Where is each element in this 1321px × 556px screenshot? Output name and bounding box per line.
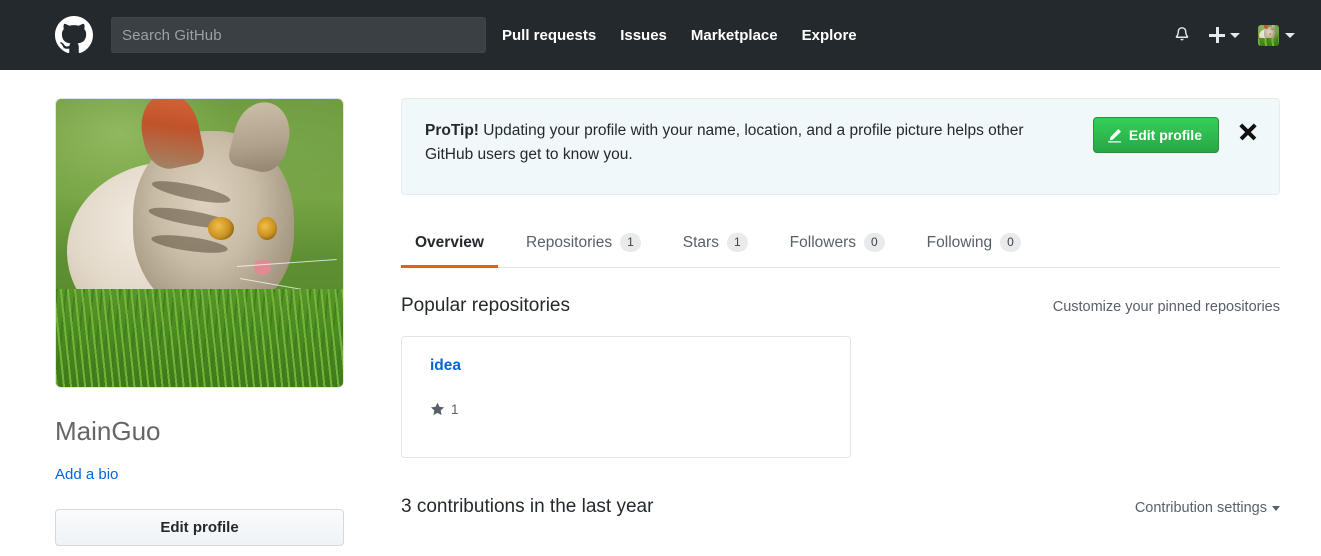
protip-label: ProTip! [425,122,479,139]
chevron-down-icon [1272,505,1280,511]
profile-main: ProTip! Updating your profile with your … [345,98,1293,546]
tab-stars-label: Stars [682,233,719,251]
repository-star-count: 1 [451,402,459,417]
tab-repositories-count: 1 [620,233,641,252]
tab-following-count: 0 [1000,233,1021,252]
tab-stars[interactable]: Stars 1 [669,233,762,268]
tab-following[interactable]: Following 0 [913,233,1035,268]
tab-overview-label: Overview [415,234,484,251]
edit-profile-button[interactable]: Edit profile [55,509,344,547]
user-menu-button[interactable] [1258,24,1295,46]
repository-name-link[interactable]: idea [430,357,461,374]
bell-icon [1175,27,1189,41]
page-body: MainGuo Add a bio Edit profile ProTip! U… [0,70,1321,547]
contribution-settings-label: Contribution settings [1134,500,1267,516]
tab-repositories-label: Repositories [525,233,613,251]
profile-sidebar: MainGuo Add a bio Edit profile [28,98,345,547]
profile-tabs: Overview Repositories 1 Stars 1 Follower… [401,233,1280,268]
star-icon [430,402,445,416]
contributions-header: 3 contributions in the last year Contrib… [401,496,1280,518]
nav-item-pull-requests[interactable]: Pull requests [502,27,596,44]
notifications-button[interactable] [1173,25,1191,45]
protip-edit-profile-button[interactable]: Edit profile [1092,117,1219,153]
nav-item-issues[interactable]: Issues [620,27,667,44]
page-title: MainGuo [55,416,161,446]
protip-body: Updating your profile with your name, lo… [425,122,1024,164]
site-header: Search GitHub Pull requests Issues Marke… [0,0,1321,70]
contributions-title: 3 contributions in the last year [401,496,654,517]
search-input[interactable]: Search GitHub [111,17,486,53]
github-logo-icon[interactable] [55,16,93,54]
repository-stats: 1 [430,402,832,417]
customize-pinned-repositories-link[interactable]: Customize your pinned repositories [1053,299,1280,315]
protip-message: ProTip! Updating your profile with your … [425,117,1073,167]
nav-item-marketplace[interactable]: Marketplace [691,27,778,44]
avatar [1258,24,1279,46]
tab-followers[interactable]: Followers 0 [776,233,899,268]
protip-banner: ProTip! Updating your profile with your … [401,98,1280,195]
chevron-down-icon [1285,32,1295,38]
tab-overview[interactable]: Overview [401,234,498,268]
tab-followers-label: Followers [789,233,856,251]
primary-nav: Pull requests Issues Marketplace Explore [502,27,857,44]
popular-repositories-title: Popular repositories [401,295,570,316]
popular-repositories-header: Popular repositories Customize your pinn… [401,295,1280,317]
add-bio-link[interactable]: Add a bio [55,466,118,483]
tab-following-label: Following [926,233,993,251]
plus-icon [1209,27,1225,43]
protip-edit-profile-label: Edit profile [1128,127,1202,143]
profile-avatar[interactable] [55,98,344,388]
tab-stars-count: 1 [726,233,748,252]
repository-card[interactable]: idea 1 [401,336,851,458]
create-new-button[interactable] [1209,27,1240,43]
contribution-settings-button[interactable]: Contribution settings [1135,500,1280,516]
tab-repositories[interactable]: Repositories 1 [512,233,655,268]
nav-item-explore[interactable]: Explore [802,27,857,44]
close-icon[interactable] [1237,121,1259,143]
search-placeholder: Search GitHub [122,26,222,44]
pencil-icon [1108,128,1121,143]
header-actions [1173,0,1295,70]
chevron-down-icon [1230,32,1240,38]
tab-followers-count: 0 [863,233,885,252]
